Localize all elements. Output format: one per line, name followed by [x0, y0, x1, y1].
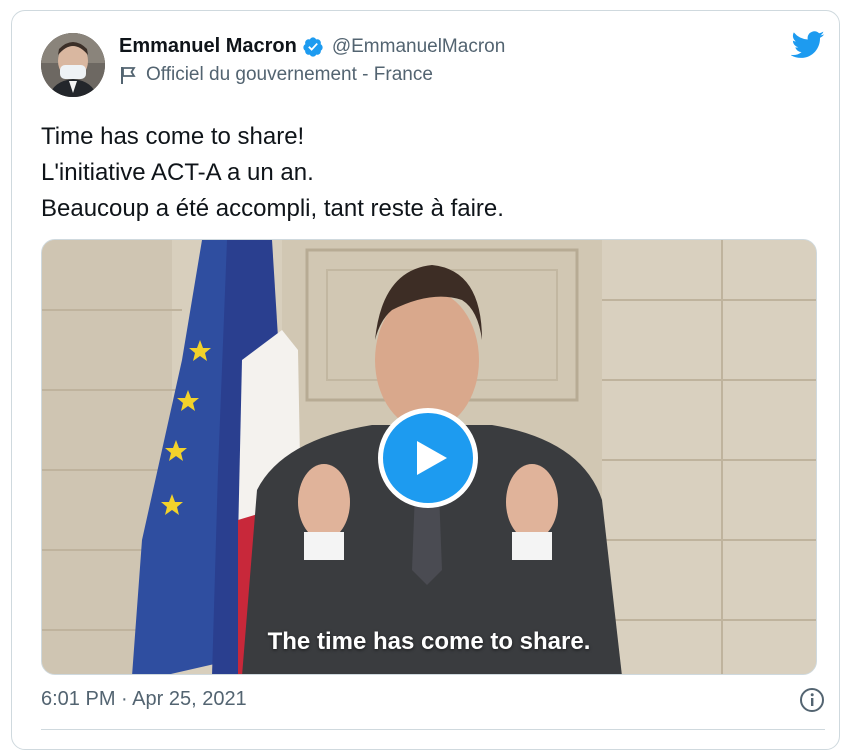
verified-badge-icon [303, 36, 323, 57]
tweet-timestamp[interactable]: 6:01 PM · Apr 25, 2021 [41, 688, 247, 711]
affiliation-label: Officiel du gouvernement - France [119, 64, 433, 86]
twitter-logo-icon[interactable] [791, 31, 825, 59]
flag-icon [121, 67, 136, 84]
author-handle[interactable]: @EmmanuelMacron [332, 36, 505, 58]
avatar[interactable] [41, 33, 105, 97]
play-icon [417, 441, 447, 475]
tweet-text: Time has come to share! L'initiative ACT… [41, 123, 504, 222]
author-name-row: Emmanuel Macron @EmmanuelMacron [119, 35, 505, 58]
video-player[interactable]: The time has come to share. [41, 239, 817, 675]
info-icon[interactable] [799, 687, 825, 713]
video-caption: The time has come to share. [267, 628, 591, 655]
play-button[interactable] [378, 408, 478, 508]
government-label: Officiel du gouvernement - France [146, 64, 433, 85]
author-display-name[interactable]: Emmanuel Macron [119, 35, 297, 58]
tweet-card: Emmanuel Macron @EmmanuelMacron Officiel… [11, 10, 840, 750]
divider [41, 729, 825, 730]
